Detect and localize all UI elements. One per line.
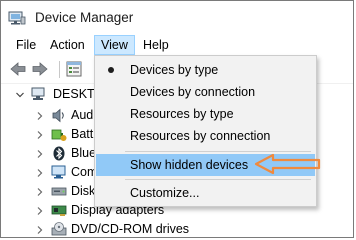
bluetooth-icon bbox=[53, 146, 65, 161]
menu-item-label: Resources by connection bbox=[130, 129, 271, 143]
menu-item-label: Devices by type bbox=[130, 63, 219, 77]
radio-bullet-icon bbox=[108, 67, 114, 73]
menu-separator bbox=[125, 151, 311, 152]
chevron-right-icon[interactable] bbox=[35, 168, 45, 178]
view-menu-dropdown: Devices by type Devices by connection Re… bbox=[94, 55, 317, 207]
disk-drive-icon bbox=[51, 187, 67, 196]
menu-bar: File Action View Help bbox=[1, 34, 353, 56]
menu-item-resources-by-type[interactable]: Resources by type bbox=[96, 103, 315, 125]
chevron-right-icon[interactable] bbox=[35, 225, 45, 235]
menu-item-label: Resources by type bbox=[130, 107, 234, 121]
audio-icon bbox=[52, 108, 64, 123]
properties-icon[interactable] bbox=[65, 60, 83, 78]
chevron-right-icon[interactable] bbox=[35, 149, 45, 159]
back-arrow-icon[interactable] bbox=[9, 60, 27, 78]
menu-item-devices-by-type[interactable]: Devices by type bbox=[96, 59, 315, 81]
pointer-arrow-icon bbox=[254, 153, 321, 175]
toolbar-separator bbox=[59, 61, 60, 78]
chevron-right-icon[interactable] bbox=[35, 206, 45, 216]
menu-item-devices-by-connection[interactable]: Devices by connection bbox=[96, 81, 315, 103]
menu-help[interactable]: Help bbox=[137, 35, 175, 55]
menu-item-customize[interactable]: Customize... bbox=[96, 182, 315, 204]
device-manager-icon bbox=[8, 11, 26, 25]
battery-icon bbox=[51, 129, 67, 141]
menu-view[interactable]: View bbox=[94, 35, 135, 55]
menu-item-label: Show hidden devices bbox=[130, 158, 249, 172]
forward-arrow-icon[interactable] bbox=[31, 60, 49, 78]
computer-icon bbox=[31, 87, 45, 100]
tree-item-label: Aud bbox=[71, 108, 94, 122]
menu-item-label: Devices by connection bbox=[130, 85, 256, 99]
device-manager-window: Device Manager File Action View Help DES… bbox=[0, 0, 354, 238]
tree-item-label: Disk bbox=[71, 184, 96, 198]
chevron-down-icon[interactable] bbox=[15, 90, 25, 100]
tree-item-label: DVD/CD-ROM drives bbox=[71, 222, 190, 236]
menu-file[interactable]: File bbox=[10, 35, 42, 55]
tree-item-label: Blue bbox=[71, 146, 97, 160]
window-title: Device Manager bbox=[35, 10, 134, 25]
title-bar: Device Manager bbox=[1, 1, 353, 34]
menu-item-resources-by-connection[interactable]: Resources by connection bbox=[96, 125, 315, 147]
chevron-right-icon[interactable] bbox=[35, 130, 45, 140]
tree-item-label: Batt bbox=[71, 127, 94, 141]
menu-item-label: Customize... bbox=[130, 186, 200, 200]
chevron-right-icon[interactable] bbox=[35, 187, 45, 197]
chevron-right-icon[interactable] bbox=[35, 111, 45, 121]
computer-icon bbox=[51, 165, 66, 179]
menu-action[interactable]: Action bbox=[44, 35, 91, 55]
display-adapter-icon bbox=[51, 205, 67, 216]
menu-separator bbox=[125, 179, 311, 180]
dvd-drive-icon bbox=[51, 222, 67, 236]
